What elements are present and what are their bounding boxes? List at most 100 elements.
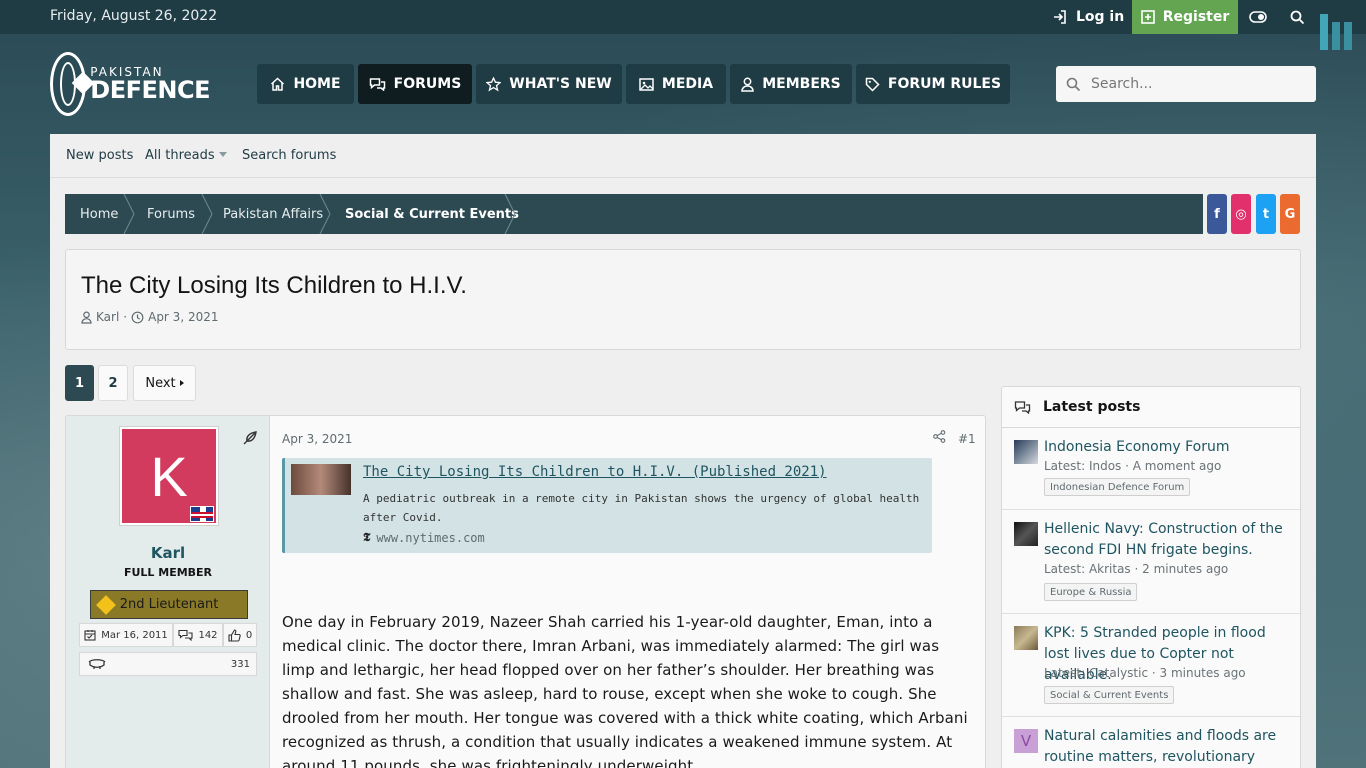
comments-icon: [178, 629, 194, 641]
post-body: Apr 3, 2021 #1 The City Losing Its Child…: [282, 416, 985, 768]
breadcrumb-separator: [123, 194, 135, 234]
nav-tab-forum-rules[interactable]: FORUM RULES: [856, 64, 1010, 104]
avatar[interactable]: [1014, 522, 1038, 546]
logo-emblem-icon: [50, 52, 87, 116]
chevron-right-icon: [179, 380, 184, 386]
share-facebook-button[interactable]: f: [1207, 194, 1227, 234]
embed-source: 𝕿 www.nytimes.com: [363, 530, 485, 545]
calendar-icon: [84, 630, 96, 641]
thumbs-up-icon: [228, 628, 241, 642]
forum-tag[interactable]: Social & Current Events: [1044, 686, 1175, 704]
nav-tab-media[interactable]: MEDIA: [626, 64, 726, 104]
latest-post-meta: Latest: Indos · A moment ago: [1044, 459, 1222, 473]
link-embed[interactable]: The City Losing Its Children to H.I.V. (…: [282, 458, 932, 553]
post-number[interactable]: #1: [958, 432, 976, 446]
latest-post-title[interactable]: Indonesia Economy Forum: [1044, 437, 1294, 458]
search-placeholder: Search...: [1091, 76, 1153, 92]
subnav-all-threads[interactable]: All threads: [145, 148, 215, 163]
embed-description: A pediatric outbreak in a remote city in…: [363, 492, 920, 524]
forum-tag[interactable]: Indonesian Defence Forum: [1044, 478, 1191, 496]
breadcrumb-forums[interactable]: Forums: [147, 194, 195, 234]
page-1-button[interactable]: 1: [65, 365, 94, 401]
thread-title: The City Losing Its Children to H.I.V.: [81, 272, 467, 299]
post-date[interactable]: Apr 3, 2021: [282, 432, 352, 446]
toggle-icon: [1249, 11, 1267, 23]
list-item[interactable]: V Natural calamities and floods are rout…: [1002, 717, 1300, 768]
embed-title[interactable]: The City Losing Its Children to H.I.V. (…: [363, 464, 827, 480]
login-link[interactable]: Log in: [1052, 0, 1124, 34]
feather-icon: [242, 430, 258, 450]
uk-flag-icon: [190, 506, 214, 522]
site-logo[interactable]: PAKISTAN DEFENCE: [50, 50, 210, 118]
google-icon: G: [1284, 206, 1296, 222]
post-user-panel: K Karl FULL MEMBER 2nd Lieutenant Mar 16…: [66, 416, 270, 768]
theme-toggle[interactable]: [1246, 0, 1270, 34]
nav-tab-home[interactable]: HOME: [257, 64, 354, 104]
subnav-search-forums[interactable]: Search forums: [242, 148, 336, 163]
page-2-button[interactable]: 2: [98, 365, 128, 401]
thread-author[interactable]: Karl: [96, 310, 119, 324]
breadcrumb-separator: [319, 194, 331, 234]
embed-thumbnail: [291, 464, 351, 495]
login-icon: [1054, 10, 1066, 24]
breadcrumb-home[interactable]: Home: [80, 194, 118, 234]
rank-insignia-icon: [96, 595, 116, 615]
thread-date[interactable]: Apr 3, 2021: [148, 310, 218, 324]
nav-tab-forums[interactable]: FORUMS: [358, 64, 472, 104]
nytimes-logo-icon: 𝕿: [363, 530, 371, 544]
share-twitter-button[interactable]: t: [1256, 194, 1276, 234]
latest-post-meta: Latest: Akritas · 2 minutes ago: [1044, 562, 1229, 576]
user-title: FULL MEMBER: [123, 566, 213, 579]
user-name[interactable]: Karl: [66, 544, 270, 562]
user-rank-banner: 2nd Lieutenant: [90, 590, 248, 619]
twitter-icon: t: [1262, 206, 1270, 222]
breadcrumb-separator: [504, 194, 516, 234]
post-text: One day in February 2019, Nazeer Shah ca…: [282, 613, 968, 768]
breadcrumb-social-current-events[interactable]: Social & Current Events: [345, 194, 519, 234]
latest-post-title[interactable]: Natural calamities and floods are routin…: [1044, 726, 1294, 768]
latest-posts-widget: Latest posts Indonesia Economy Forum Lat…: [1001, 386, 1301, 768]
comments-icon: [1014, 401, 1031, 414]
share-icon[interactable]: [933, 430, 946, 447]
latest-post-meta: Latest: Catalystic · 3 minutes ago: [1044, 666, 1246, 680]
avatar[interactable]: V: [1014, 729, 1038, 753]
logo-line-2: DEFENCE: [90, 76, 210, 104]
forum-tag[interactable]: Europe & Russia: [1044, 583, 1138, 601]
breadcrumb-pakistan-affairs[interactable]: Pakistan Affairs: [223, 194, 323, 234]
subnav-new-posts[interactable]: New posts: [66, 148, 133, 163]
comments-icon: [369, 78, 385, 91]
breadcrumb: Home Forums Pakistan Affairs Social & Cu…: [65, 194, 1203, 234]
header-search-input[interactable]: Search...: [1056, 66, 1316, 102]
list-item[interactable]: Indonesia Economy Forum Latest: Indos · …: [1002, 428, 1300, 510]
avatar[interactable]: [1014, 626, 1038, 650]
current-date: Friday, August 26, 2022: [50, 8, 218, 24]
nav-tab-whats-new[interactable]: WHAT'S NEW: [476, 64, 622, 104]
user-stats: Mar 16, 2011 142 0: [79, 623, 257, 647]
next-label: Next: [145, 375, 176, 391]
register-button[interactable]: Register: [1132, 0, 1238, 34]
chevron-down-icon[interactable]: [219, 152, 227, 157]
breadcrumb-separator: [201, 194, 213, 234]
thread-header: The City Losing Its Children to H.I.V. K…: [65, 249, 1301, 350]
trophy-icon: [88, 659, 106, 669]
site-header: PAKISTAN DEFENCE HOME FORUMS WHAT'S NEW …: [0, 34, 1366, 134]
list-item[interactable]: Hellenic Navy: Construction of the secon…: [1002, 510, 1300, 614]
latest-post-title[interactable]: Hellenic Navy: Construction of the secon…: [1044, 519, 1294, 561]
user-icon: [81, 310, 92, 324]
page-next-button[interactable]: Next: [133, 365, 196, 401]
login-label: Log in: [1076, 9, 1125, 25]
search-toggle[interactable]: [1286, 0, 1308, 34]
stat-messages: 142: [173, 623, 223, 647]
stat-reactions: 0: [223, 623, 257, 647]
home-icon: [271, 77, 285, 91]
list-item[interactable]: KPK: 5 Stranded people in flood lost liv…: [1002, 614, 1300, 717]
main-content: Home Forums Pakistan Affairs Social & Cu…: [50, 178, 1316, 768]
share-google-button[interactable]: G: [1280, 194, 1300, 234]
instagram-icon: ◎: [1235, 206, 1247, 222]
latest-posts-header: Latest posts: [1002, 387, 1300, 428]
nav-tab-members[interactable]: MEMBERS: [730, 64, 852, 104]
avatar[interactable]: [1014, 440, 1038, 464]
share-instagram-button[interactable]: ◎: [1231, 194, 1251, 234]
stat-joined: Mar 16, 2011: [79, 623, 173, 647]
user-icon: [741, 77, 754, 92]
